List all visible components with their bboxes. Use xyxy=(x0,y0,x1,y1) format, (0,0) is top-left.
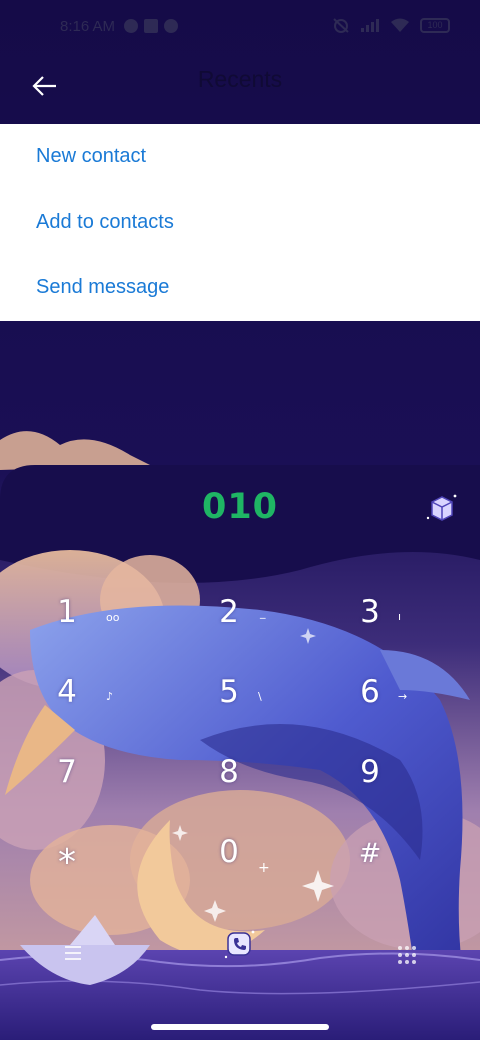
theme-button[interactable] xyxy=(424,490,460,526)
key-sub-label: ı xyxy=(398,610,402,623)
key-6[interactable]: 6 → xyxy=(300,650,440,720)
add-to-contacts-menu-item[interactable]: Add to contacts xyxy=(0,190,480,256)
theme-cube-icon xyxy=(426,494,457,521)
dialpad-toggle-button[interactable] xyxy=(396,944,418,966)
call-icon xyxy=(224,930,255,959)
key-hash[interactable]: # xyxy=(300,810,440,880)
notification-icon xyxy=(164,19,178,33)
dialed-number: 010 xyxy=(201,487,279,527)
key-5[interactable]: 5 \ xyxy=(170,650,310,720)
square-notification-icon xyxy=(144,19,158,33)
dialpad-grid-icon xyxy=(398,946,416,964)
key-4[interactable]: 4 ♪ xyxy=(10,650,150,720)
call-button[interactable] xyxy=(222,927,258,963)
new-contact-menu-item[interactable]: New contact xyxy=(0,124,480,190)
key-digit: 5 xyxy=(219,674,239,710)
send-message-menu-item[interactable]: Send message xyxy=(0,255,480,321)
key-sub-label: → xyxy=(398,690,408,703)
notification-icon xyxy=(124,19,138,33)
home-indicator[interactable] xyxy=(151,1024,329,1030)
status-time: 8:16 AM xyxy=(60,18,116,35)
cellular-signal-icon xyxy=(361,19,379,32)
voicemail-icon: oo xyxy=(106,611,120,624)
battery-icon: 100 xyxy=(420,17,450,33)
key-sub-label: _ xyxy=(260,606,266,619)
key-digit: 4 xyxy=(57,674,77,710)
wifi-icon xyxy=(391,18,409,32)
key-7[interactable]: 7 xyxy=(10,730,150,800)
key-sub-label: \ xyxy=(258,690,262,703)
key-0[interactable]: 0 + xyxy=(170,810,310,880)
page-title: Recents xyxy=(197,66,283,92)
key-digit: # xyxy=(358,838,382,869)
key-digit: 7 xyxy=(57,754,77,790)
app-bar: Recents xyxy=(0,56,480,124)
key-8[interactable]: 8 xyxy=(170,730,310,800)
key-digit: 2 xyxy=(219,594,239,630)
key-sub-label: + xyxy=(258,860,270,876)
key-2[interactable]: 2 _ xyxy=(170,570,310,640)
key-9[interactable]: 9 xyxy=(300,730,440,800)
menu-lines-icon xyxy=(65,946,81,960)
status-left-icons xyxy=(124,19,178,33)
key-sub-label: ♪ xyxy=(106,690,114,703)
key-digit: * xyxy=(58,842,76,883)
status-bar: 8:16 AM 100 xyxy=(0,0,480,56)
key-star[interactable]: * xyxy=(10,818,150,888)
popup-menu: New contact Add to contacts Send message xyxy=(0,124,480,321)
status-right-icons: 100 xyxy=(332,17,450,33)
key-3[interactable]: 3 ı xyxy=(300,570,440,640)
key-1[interactable]: 1 oo xyxy=(10,570,150,640)
key-digit: 6 xyxy=(360,674,380,710)
menu-lines-button[interactable] xyxy=(62,942,84,964)
key-digit: 3 xyxy=(360,594,380,630)
key-digit: 9 xyxy=(360,754,380,790)
alarm-off-icon xyxy=(333,18,349,33)
key-digit: 0 xyxy=(219,834,239,870)
key-digit: 8 xyxy=(219,754,239,790)
